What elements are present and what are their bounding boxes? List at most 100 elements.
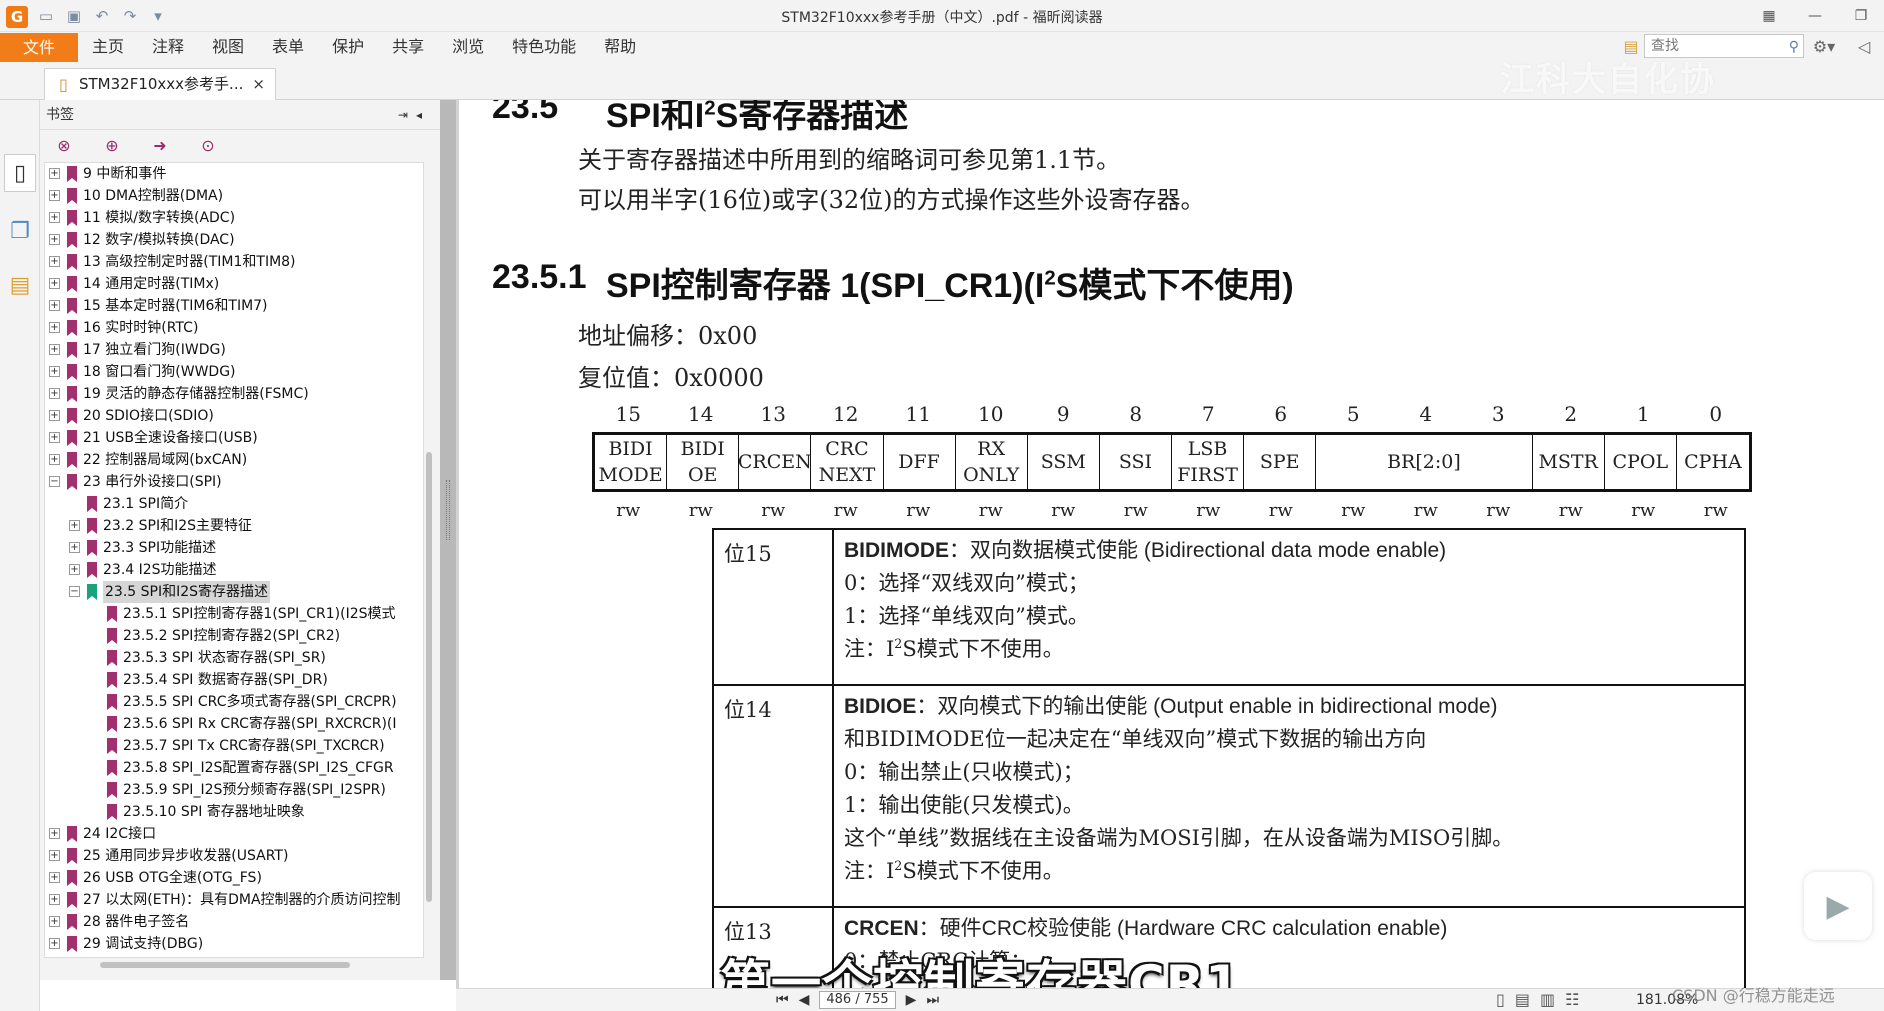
settings-gear-icon[interactable]: ⚙▾ [1804, 37, 1844, 56]
page-number-field[interactable]: 486 / 755 [819, 991, 896, 1009]
bookmark-item[interactable]: +10 DMA控制器(DMA) [45, 185, 423, 207]
bookmark-item[interactable]: +15 基本定时器(TIM6和TIM7) [45, 295, 423, 317]
bookmark-item[interactable]: 23.5.3 SPI 状态寄存器(SPI_SR) [45, 647, 423, 669]
expand-icon[interactable]: + [49, 432, 60, 443]
bookmark-horizontal-scrollbar[interactable] [44, 960, 424, 970]
expand-icon[interactable]: + [49, 828, 60, 839]
restore-button[interactable]: ❐ [1838, 0, 1884, 32]
bookmark-item[interactable]: +26 USB OTG全速(OTG_FS) [45, 867, 423, 889]
expand-icon[interactable]: + [49, 256, 60, 267]
bookmark-item[interactable]: 23.5.9 SPI_I2S预分频寄存器(SPI_I2SPR) [45, 779, 423, 801]
bookmark-item[interactable]: +27 以太网(ETH)：具有DMA控制器的介质访问控制 [45, 889, 423, 911]
layout-icon[interactable]: ▦ [1746, 0, 1792, 32]
expand-icon[interactable]: + [49, 410, 60, 421]
last-page-icon[interactable]: ⏭ [926, 992, 939, 1008]
bookmark-item[interactable]: 23.1 SPI简介 [45, 493, 423, 515]
bookmark-item[interactable]: +9 中断和事件 [45, 163, 423, 185]
menu-item[interactable]: 特色功能 [498, 32, 590, 62]
expand-icon[interactable]: + [69, 564, 80, 575]
bookmark-item[interactable]: 23.5.4 SPI 数据寄存器(SPI_DR) [45, 669, 423, 691]
delete-bookmark-icon[interactable]: ⊗ [54, 135, 74, 155]
menu-item[interactable]: 共享 [378, 32, 438, 62]
expand-icon[interactable]: + [49, 850, 60, 861]
bookmark-item[interactable]: +23.3 SPI功能描述 [45, 537, 423, 559]
expand-icon[interactable]: + [49, 454, 60, 465]
expand-bookmark-icon[interactable]: ⊙ [198, 135, 218, 155]
bookmark-item[interactable]: 23.5.8 SPI_I2S配置寄存器(SPI_I2S_CFGR [45, 757, 423, 779]
tab-document[interactable]: ▯ STM32F10xxx参考手... × [44, 68, 276, 100]
bookmark-item[interactable]: +16 实时时钟(RTC) [45, 317, 423, 339]
bookmark-item[interactable]: − 23.5 SPI和I2S寄存器描述 [45, 581, 423, 603]
expand-icon[interactable]: + [49, 916, 60, 927]
single-page-view-icon[interactable]: ▯ [1496, 990, 1505, 1009]
collapse-icon[interactable]: − [69, 586, 80, 597]
bookmark-item[interactable]: +11 模拟/数字转换(ADC) [45, 207, 423, 229]
bookmark-item[interactable]: +29 调试支持(DBG) [45, 933, 423, 955]
search-icon[interactable]: ⚲ [1789, 36, 1799, 58]
expand-icon[interactable]: + [49, 894, 60, 905]
bookmark-vertical-scrollbar[interactable] [424, 162, 434, 958]
menu-item[interactable]: 保护 [318, 32, 378, 62]
expand-icon[interactable]: + [49, 388, 60, 399]
expand-icon[interactable]: + [49, 344, 60, 355]
menu-item[interactable]: 视图 [198, 32, 258, 62]
bookmark-item[interactable]: +19 灵活的静态存储器控制器(FSMC) [45, 383, 423, 405]
expand-icon[interactable]: + [49, 938, 60, 949]
first-page-icon[interactable]: ⏮ [776, 992, 789, 1008]
collapse-ribbon-icon[interactable]: ◁ [1844, 37, 1884, 56]
expand-icon[interactable]: + [49, 278, 60, 289]
bookmark-item[interactable]: +25 通用同步异步收发器(USART) [45, 845, 423, 867]
menu-item[interactable]: 浏览 [438, 32, 498, 62]
expand-icon[interactable]: + [69, 542, 80, 553]
bookmark-item[interactable]: +12 数字/模拟转换(DAC) [45, 229, 423, 251]
bookmark-item[interactable]: 23.5.7 SPI Tx CRC寄存器(SPI_TXCRCR) [45, 735, 423, 757]
collapse-icon[interactable]: − [49, 476, 60, 487]
bookmark-item[interactable]: 23.5.1 SPI控制寄存器1(SPI_CR1)(I2S模式 [45, 603, 423, 625]
bookmark-item[interactable]: +24 I2C接口 [45, 823, 423, 845]
expand-icon[interactable]: + [49, 212, 60, 223]
menu-item[interactable]: 主页 [78, 32, 138, 62]
expand-icon[interactable]: + [49, 190, 60, 201]
bookmark-item[interactable]: +18 窗口看门狗(WWDG) [45, 361, 423, 383]
bookmark-item[interactable]: − 23 串行外设接口(SPI) [45, 471, 423, 493]
play-overlay-icon[interactable]: ▶ [1804, 872, 1872, 940]
bookmark-item[interactable]: +23.2 SPI和I2S主要特征 [45, 515, 423, 537]
prev-page-icon[interactable]: ◀ [799, 992, 810, 1008]
scroll-thumb[interactable] [100, 962, 350, 968]
bookmark-item[interactable]: 23.5.10 SPI 寄存器地址映象 [45, 801, 423, 823]
continuous-facing-view-icon[interactable]: ☷ [1565, 990, 1579, 1009]
bookmark-item[interactable]: 23.5.5 SPI CRC多项式寄存器(SPI_CRCPR) [45, 691, 423, 713]
menu-item[interactable]: 帮助 [590, 32, 650, 62]
splitter-grip[interactable] [446, 480, 450, 540]
go-to-bookmark-icon[interactable]: ➜ [150, 135, 170, 155]
next-page-icon[interactable]: ▶ [906, 992, 917, 1008]
scroll-thumb[interactable] [426, 452, 432, 902]
expand-icon[interactable]: + [69, 520, 80, 531]
facing-view-icon[interactable]: ▥ [1540, 990, 1555, 1009]
expand-icon[interactable]: + [49, 366, 60, 377]
continuous-view-icon[interactable]: ▤ [1515, 990, 1530, 1009]
bookmark-item[interactable]: +28 器件电子签名 [45, 911, 423, 933]
bookmark-item[interactable]: 23.5.2 SPI控制寄存器2(SPI_CR2) [45, 625, 423, 647]
menu-item[interactable]: 表单 [258, 32, 318, 62]
minimize-button[interactable]: — [1792, 0, 1838, 32]
expand-icon[interactable]: + [49, 168, 60, 179]
comments-panel-icon[interactable]: ▤ [4, 266, 36, 304]
bookmark-item[interactable]: +21 USB全速设备接口(USB) [45, 427, 423, 449]
expand-icon[interactable]: + [49, 234, 60, 245]
menu-item[interactable]: 注释 [138, 32, 198, 62]
expand-icon[interactable]: + [49, 322, 60, 333]
expand-icon[interactable]: + [49, 872, 60, 883]
bookmark-item[interactable]: +23.4 I2S功能描述 [45, 559, 423, 581]
pages-panel-icon[interactable]: ❐ [4, 212, 36, 250]
close-tab-icon[interactable]: × [252, 69, 265, 99]
expand-icon[interactable]: + [49, 300, 60, 311]
bookmark-item[interactable]: +22 控制器局域网(bxCAN) [45, 449, 423, 471]
bookmark-item[interactable]: 23.5.6 SPI Rx CRC寄存器(SPI_RXCRCR)(I [45, 713, 423, 735]
bookmarks-panel-icon[interactable]: ▯ [4, 154, 36, 192]
bookmark-item[interactable]: +14 通用定时器(TIMx) [45, 273, 423, 295]
bookmark-item[interactable]: +13 高级控制定时器(TIM1和TIM8) [45, 251, 423, 273]
bookmark-item[interactable]: +17 独立看门狗(IWDG) [45, 339, 423, 361]
panel-controls[interactable]: ⇥◂ [398, 100, 430, 130]
file-menu-button[interactable]: 文件 [0, 33, 78, 62]
